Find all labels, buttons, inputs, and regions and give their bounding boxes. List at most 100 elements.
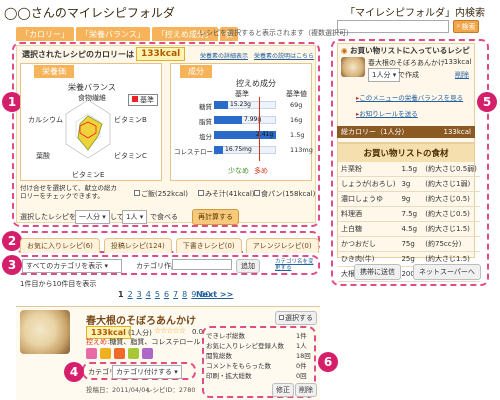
combo-bread[interactable]: 食パン(158kcal) xyxy=(254,189,315,199)
tab-drafts[interactable]: 下書きレシピ(0) xyxy=(175,238,242,253)
food-row: かつおだし 75g (約75cc分) xyxy=(338,236,480,252)
radar-label-vitb: ビタミンB xyxy=(114,116,147,124)
legend-swatch xyxy=(132,96,138,102)
select-recipe-button[interactable]: 選択する xyxy=(275,311,317,325)
food-row: 上白糖 4.5g (約大さじ1.5) xyxy=(338,221,480,237)
search-input[interactable] xyxy=(337,20,449,33)
radar-legend: 基準 xyxy=(128,94,158,106)
search-icon: ⌕ xyxy=(456,22,461,30)
reduce-row-name: 糖質 xyxy=(199,103,212,111)
radar-label-fiber: 食物繊維 xyxy=(78,94,106,102)
food-approx: (約大さじ0.5) xyxy=(422,206,480,222)
page-link[interactable]: 6 xyxy=(164,290,169,299)
reduce-title: 控えめ成分 xyxy=(236,79,276,88)
nutrient-info-link[interactable]: 栄養素の説明はこちら xyxy=(254,51,314,60)
combo-miso[interactable]: みそ汁(41kcal) xyxy=(198,189,255,199)
page-link[interactable]: 2 xyxy=(128,290,133,299)
stat-label: 閲覧総数 xyxy=(206,352,232,360)
food-amount: 7.5g xyxy=(398,206,423,222)
shopping-thumb[interactable] xyxy=(341,57,365,77)
select-checkbox[interactable] xyxy=(279,315,284,320)
next-page-link[interactable]: Next >> xyxy=(196,290,233,299)
count-select[interactable]: 1人 ▾ xyxy=(122,210,148,224)
reduce-high-label: 多め xyxy=(254,167,268,175)
checkbox-bread[interactable] xyxy=(254,190,260,196)
checkbox-rice[interactable] xyxy=(134,190,140,196)
page-link[interactable]: 5 xyxy=(155,290,160,299)
radar-label-calcium: カルシウム xyxy=(28,116,63,124)
page-link[interactable]: 3 xyxy=(137,290,142,299)
send-rail-link[interactable]: ▸お知りレールを送る xyxy=(356,108,418,118)
reduce-col-standard: 基準 xyxy=(235,90,249,98)
food-name: 片栗粉 xyxy=(338,162,399,177)
recalculate-button[interactable]: 再計算する xyxy=(192,209,239,225)
food-row: 片栗粉 1.5g (約大さじ0.5弱) xyxy=(338,162,480,177)
food-row: しょうが(おろし) 3g (約大さじ1弱) xyxy=(338,176,480,192)
shopping-item-name[interactable]: 春大根のそぼろあんかけ xyxy=(368,58,445,68)
page-title: ◯◯さんのマイレシピフォルダ xyxy=(4,6,175,20)
reduce-low-label: 少なめ xyxy=(228,167,249,175)
swatch-purple xyxy=(142,348,153,359)
reduce-row-name: コレステロール xyxy=(174,148,220,156)
shopping-make-label: で作成 xyxy=(398,71,419,79)
page-link[interactable]: 7 xyxy=(173,290,178,299)
rename-category-link[interactable]: カテゴリ名を変更する xyxy=(275,259,315,271)
recipe-photo[interactable] xyxy=(20,310,70,354)
food-name: 濃口しょうゆ xyxy=(338,191,399,207)
stat-value: 0件 xyxy=(296,362,307,370)
checkbox-miso[interactable] xyxy=(198,190,204,196)
combo-rice[interactable]: ご飯(252kcal) xyxy=(134,189,188,199)
reduce-row-value: 15.23g xyxy=(230,101,251,108)
tab-favorites[interactable]: お気に入りレシピ(6) xyxy=(20,238,100,253)
servings-select[interactable]: 一人分 ▾ xyxy=(75,210,110,224)
count-suffix: で食べる xyxy=(150,213,178,221)
criteria-tab-calorie[interactable]: 「カロリー」 xyxy=(16,27,74,41)
search-title: 「マイレシピフォルダ」内検索 xyxy=(345,8,485,19)
page-link[interactable]: 8 xyxy=(182,290,187,299)
food-approx: (約大さじ0.5) xyxy=(422,191,480,207)
posted-date: 投稿日：2011/04/04 xyxy=(86,386,150,394)
category-name-input[interactable] xyxy=(172,259,232,270)
recipe-title[interactable]: 春大根のそぼろあんかけ xyxy=(86,312,196,327)
category-assign-select[interactable]: カテゴリ付けする ▾ xyxy=(112,365,182,379)
page-link[interactable]: 1 xyxy=(118,290,124,299)
shopping-item-kcal: 133kcal xyxy=(444,58,472,66)
food-name: かつおだし xyxy=(338,236,399,252)
category-select[interactable]: すべてのカテゴリを表示 ▾ xyxy=(22,259,122,273)
reduce-col-value: 基準値 xyxy=(286,90,307,98)
selected-label: 選択したレシピを xyxy=(20,213,76,221)
send-mobile-button[interactable]: 携帯に送信 xyxy=(354,264,401,280)
tab-component[interactable]: 成分 xyxy=(180,65,212,78)
stat-label: お気に入りレシピ登録人数 xyxy=(206,342,284,350)
edit-recipe-button[interactable]: 修正 xyxy=(272,383,294,397)
view-balance-link[interactable]: ▸このメニューの栄養バランスを見る xyxy=(356,92,463,102)
tab-nutrition[interactable]: 栄養価 xyxy=(34,65,74,78)
search-button[interactable]: ⌕ 検索 xyxy=(453,20,479,33)
food-name: しょうが(おろし) xyxy=(338,176,399,192)
reduce-row-std: 113mg xyxy=(290,146,313,154)
stat-value: 1人 xyxy=(296,342,307,350)
netsuper-button[interactable]: ネットスーパーへ xyxy=(413,264,481,280)
total-calorie-bar: 総カロリー（1人分） 133kcal xyxy=(337,126,475,138)
reduce-row-value: 16.75mg xyxy=(225,146,252,153)
foods-box: お買い物リストの食材 片栗粉 1.5g (約大さじ0.5弱) しょうが(おろし) 3g(… xyxy=(337,143,480,282)
shopping-servings-select[interactable]: 1人分 ▾ xyxy=(368,68,401,82)
tab-arranged[interactable]: アレンジレシピ(0) xyxy=(245,238,319,253)
add-category-button[interactable]: 追加 xyxy=(236,259,260,273)
stat-value: 18回 xyxy=(296,352,311,360)
page-link[interactable]: 4 xyxy=(146,290,151,299)
radar-chart xyxy=(65,99,111,159)
stat-value: 1件 xyxy=(296,332,307,340)
criteria-tab-balance[interactable]: 「栄養バランス」 xyxy=(76,27,150,41)
food-name: 料理酒 xyxy=(338,206,399,222)
tab-posted[interactable]: 投稿レシピ(124) xyxy=(103,238,172,253)
recipe-tags: 控えめ:糖質、脂質、コレステロール xyxy=(86,338,201,346)
food-approx: (約大さじ1弱) xyxy=(422,176,480,192)
delete-recipe-button[interactable]: 削除 xyxy=(295,383,317,397)
radar-label-vitc: ビタミンC xyxy=(114,152,147,160)
food-row: 料理酒 7.5g (約大さじ0.5) xyxy=(338,206,480,222)
shopping-remove-link[interactable]: 削除 xyxy=(455,70,469,80)
calorie-value: 133kcal xyxy=(136,47,186,61)
nutrient-detail-link[interactable]: 栄養素の詳細表示 xyxy=(200,51,248,60)
food-amount: 9g xyxy=(398,191,423,207)
